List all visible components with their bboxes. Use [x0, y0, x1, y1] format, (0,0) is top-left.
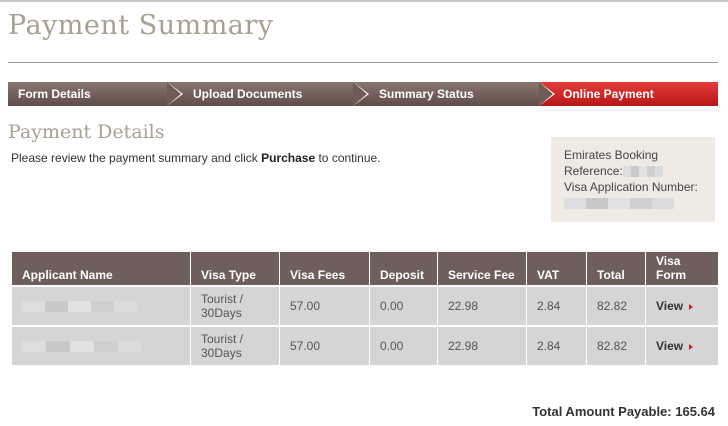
vat-cell: 2.84 — [526, 285, 587, 326]
reference-box: Emirates Booking Reference: Visa Applica… — [551, 137, 715, 222]
progress-steps: Form Details Upload Documents Summary St… — [8, 82, 718, 106]
col-applicant-name: Applicant Name — [12, 252, 191, 286]
total-cell: 82.82 — [586, 285, 646, 326]
step-form-details: Form Details — [8, 82, 183, 106]
service-fee-cell: 22.98 — [437, 325, 527, 365]
col-visa-fees: Visa Fees — [279, 252, 370, 286]
arrow-right-icon — [689, 303, 694, 310]
payment-table: Applicant Name Visa Type Visa Fees Depos… — [12, 252, 718, 365]
total-amount-payable: Total Amount Payable: 165.64 — [532, 404, 715, 419]
booking-reference-label-2: Reference: — [564, 164, 623, 178]
col-visa-form: Visa Form — [645, 252, 718, 286]
redacted-application-number — [564, 198, 674, 210]
redacted-applicant-name — [22, 341, 142, 353]
service-fee-cell: 22.98 — [437, 285, 527, 326]
deposit-cell: 0.00 — [369, 325, 438, 365]
step-label: Upload Documents — [193, 87, 303, 101]
step-label: Online Payment — [563, 87, 654, 101]
view-visa-form-link[interactable]: View — [656, 299, 694, 313]
step-label: Form Details — [18, 87, 91, 101]
vat-cell: 2.84 — [526, 325, 587, 365]
step-online-payment: Online Payment — [539, 82, 718, 106]
visa-form-cell: View — [645, 325, 718, 365]
col-deposit: Deposit — [369, 252, 438, 286]
total-cell: 82.82 — [586, 325, 646, 365]
table-header-row: Applicant Name Visa Type Visa Fees Depos… — [12, 252, 718, 286]
booking-reference-label: Emirates Booking — [564, 148, 659, 162]
section-title: Payment Details — [8, 121, 165, 143]
applicant-name-cell — [12, 285, 191, 326]
redacted-booking-reference — [622, 166, 663, 178]
step-label: Summary Status — [379, 87, 474, 101]
application-number-label: Visa Application Number: — [564, 180, 698, 194]
title-divider — [8, 62, 718, 63]
applicant-name-cell — [12, 325, 191, 365]
instruction-text: Please review the payment summary and cl… — [11, 151, 381, 165]
table-row: Tourist /30Days 57.00 0.00 22.98 2.84 82… — [12, 325, 718, 365]
col-vat: VAT — [526, 252, 587, 286]
view-visa-form-link[interactable]: View — [656, 339, 694, 353]
purchase-keyword: Purchase — [261, 151, 316, 165]
col-service-fee: Service Fee — [437, 252, 527, 286]
visa-fees-cell: 57.00 — [279, 325, 370, 365]
redacted-applicant-name — [22, 301, 137, 313]
visa-form-cell: View — [645, 285, 718, 326]
col-visa-type: Visa Type — [190, 252, 280, 286]
visa-fees-cell: 57.00 — [279, 285, 370, 326]
arrow-right-icon — [689, 343, 694, 350]
visa-type-cell: Tourist /30Days — [190, 285, 280, 326]
step-upload-documents: Upload Documents — [167, 82, 369, 106]
step-summary-status: Summary Status — [353, 82, 555, 106]
deposit-cell: 0.00 — [369, 285, 438, 326]
table-row: Tourist /30Days 57.00 0.00 22.98 2.84 82… — [12, 285, 718, 326]
page-title: Payment Summary — [8, 10, 274, 41]
col-total: Total — [586, 252, 646, 286]
visa-type-cell: Tourist /30Days — [190, 325, 280, 365]
top-border — [0, 0, 728, 2]
